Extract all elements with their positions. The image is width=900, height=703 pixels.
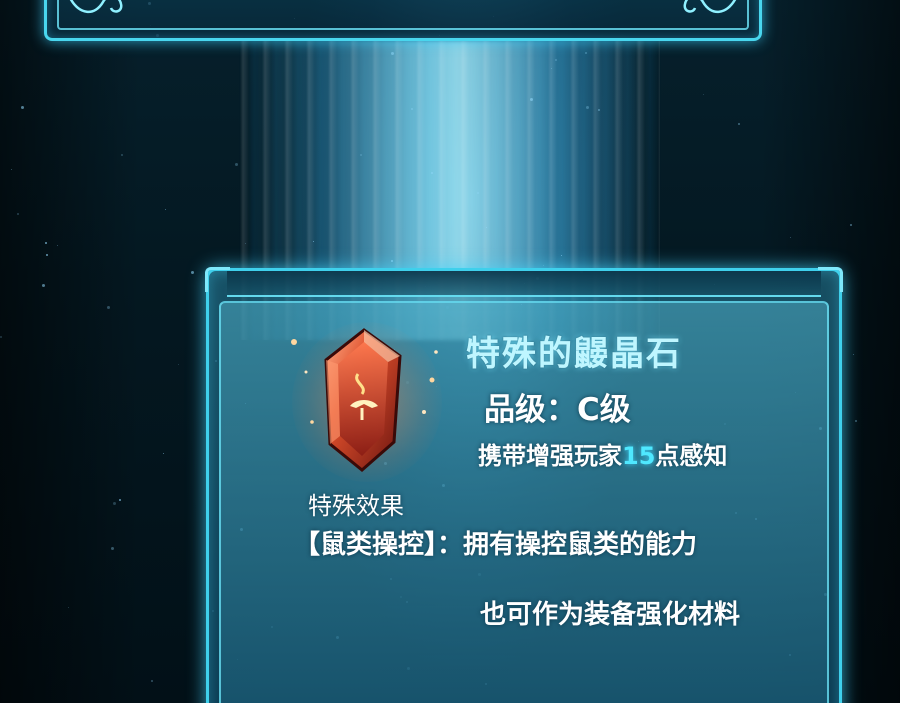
star-particle — [119, 499, 121, 501]
star-particle — [178, 364, 179, 365]
item-grade: 品级：C级 — [484, 392, 631, 428]
star-particle — [0, 336, 2, 338]
star-particle — [598, 109, 600, 111]
star-particle — [551, 68, 552, 69]
extra-description: 也可作为装备强化材料 — [480, 600, 741, 630]
star-particle — [42, 284, 45, 287]
item-stat: 携带增强玩家15点感知 — [478, 436, 727, 471]
star-particle — [21, 106, 24, 109]
star-particle — [411, 108, 413, 110]
stat-prefix: 携带增强玩家 — [478, 442, 622, 470]
corner-bracket-icon — [205, 267, 230, 292]
star-particle — [855, 420, 857, 422]
star-particle — [235, 163, 238, 166]
star-particle — [486, 227, 487, 228]
star-particle — [151, 680, 153, 682]
star-particle — [585, 52, 587, 54]
star-particle — [245, 243, 246, 244]
upper-panel-frame — [44, 0, 762, 41]
star-particle — [111, 547, 114, 550]
star-particle — [165, 209, 166, 210]
star-particle — [530, 98, 533, 101]
star-particle — [45, 242, 47, 244]
upper-panel-inner-border — [57, 0, 749, 30]
star-particle — [107, 306, 110, 309]
game-scene: 特殊的鼹晶石 品级：C级 携带增强玩家15点感知 特殊效果 【鼠类操控】：拥有操… — [0, 0, 900, 703]
star-particle — [11, 169, 12, 170]
star-particle — [391, 52, 394, 55]
card-top-bar — [227, 271, 821, 297]
item-name: 特殊的鼹晶石 — [466, 334, 682, 374]
star-particle — [853, 354, 854, 355]
star-particle — [46, 254, 48, 256]
star-particle — [121, 154, 123, 156]
corner-bracket-icon — [818, 267, 843, 292]
scroll-ornament-icon — [69, 0, 123, 13]
item-image — [282, 312, 452, 492]
star-particle — [703, 94, 704, 95]
effect-heading: 特殊效果 — [308, 492, 404, 520]
star-particle — [477, 192, 479, 194]
star-particle — [391, 260, 393, 262]
stat-value: 15 — [622, 442, 656, 470]
star-particle — [555, 59, 557, 61]
red-crystal-gem-icon — [291, 328, 438, 472]
scroll-ornament-icon — [683, 0, 737, 13]
star-particle — [738, 123, 740, 125]
star-particle — [163, 453, 164, 454]
star-particle — [57, 245, 58, 246]
star-particle — [543, 265, 544, 266]
star-particle — [360, 154, 362, 156]
star-particle — [561, 255, 562, 256]
star-particle — [68, 607, 69, 608]
star-particle — [790, 237, 791, 238]
star-particle — [586, 106, 589, 109]
star-particle — [17, 213, 19, 215]
star-particle — [113, 502, 116, 505]
star-particle — [313, 241, 314, 242]
stat-suffix: 点感知 — [655, 442, 728, 470]
star-particle — [850, 224, 852, 226]
star-particle — [431, 172, 433, 174]
star-particle — [191, 271, 194, 274]
effect-description: 【鼠类操控】：拥有操控鼠类的能力 — [294, 530, 698, 560]
